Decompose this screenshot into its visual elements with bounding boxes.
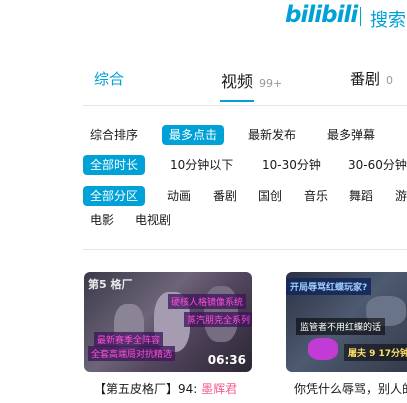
- overlay-text: 最新赛季全阵容: [94, 332, 164, 347]
- header: bilibili 搜索: [0, 0, 407, 40]
- tab-all[interactable]: 综合: [94, 68, 124, 89]
- bilibili-logo[interactable]: bilibili: [285, 2, 358, 28]
- category-option-tv[interactable]: 电视剧: [128, 210, 178, 230]
- duration-option-10-30[interactable]: 10-30分钟: [255, 155, 328, 175]
- video-duration: 06:36: [207, 353, 246, 367]
- video-title-prefix: 【第五皮格厂】94:: [94, 382, 202, 396]
- tab-video[interactable]: 视频 99+: [221, 68, 282, 92]
- category-filter-row-2: 电影 电视剧: [83, 210, 407, 232]
- video-title[interactable]: 【第五皮格厂】94: 墨辉君: [94, 380, 237, 397]
- category-option-animation[interactable]: 动画: [160, 186, 198, 206]
- category-filter-row: 全部分区 动画 番剧 国创 音乐 舞蹈 游: [83, 186, 407, 208]
- video-thumbnail[interactable]: 第5 格厂 硬核人格镜像系统 蒸汽朋克全系列 最新赛季全阵容 全套高端局对抗精选…: [84, 272, 252, 372]
- tab-label: 综合: [94, 70, 125, 88]
- overlay-text: 开局辱骂红蝶玩家?: [286, 278, 372, 295]
- duration-option-30-60[interactable]: 30-60分钟: [341, 155, 407, 175]
- duration-filter-row: 全部时长 10分钟以下 10-30分钟 30-60分钟: [83, 155, 407, 177]
- overlay-text: 蒸汽朋克全系列: [184, 312, 252, 327]
- duration-option-under-10[interactable]: 10分钟以下: [163, 155, 240, 175]
- divider: [83, 105, 407, 106]
- category-option-bangumi[interactable]: 番剧: [206, 186, 244, 206]
- sort-option-newest[interactable]: 最新发布: [241, 125, 303, 145]
- tab-label: 番剧: [350, 70, 381, 88]
- active-tab-indicator: [220, 100, 254, 102]
- tab-count: 99+: [259, 77, 283, 90]
- category-option-dance[interactable]: 舞蹈: [342, 186, 380, 206]
- tab-count: 0: [386, 74, 394, 87]
- category-option-movie[interactable]: 电影: [83, 210, 121, 230]
- overlay-text: 监管者不用红蝶的话: [296, 318, 386, 335]
- header-separator: [360, 7, 361, 26]
- divider: [83, 249, 407, 250]
- sort-option-most-danmaku[interactable]: 最多弹幕: [320, 125, 382, 145]
- overlay-text: 屠夫 9 17分钟: [344, 344, 407, 361]
- category-option-guochuang[interactable]: 国创: [251, 186, 289, 206]
- video-title-highlight: 墨辉君: [201, 382, 238, 396]
- category-option-music[interactable]: 音乐: [297, 186, 335, 206]
- overlay-text: 硬核人格镜像系统: [168, 294, 247, 309]
- search-page: bilibili 搜索 综合 视频 99+ 番剧 0 综合排序 最多点击 最新发布 …: [0, 0, 407, 403]
- sort-option-default[interactable]: 综合排序: [83, 125, 145, 145]
- category-option-all[interactable]: 全部分区: [83, 186, 146, 206]
- thumbnail-figure: [308, 338, 338, 360]
- tab-label: 视频: [221, 72, 254, 91]
- category-option-game[interactable]: 游: [388, 186, 407, 206]
- video-title[interactable]: 你凭什么辱骂，别人的: [294, 380, 407, 397]
- result-tabs: 综合 视频 99+ 番剧 0: [0, 56, 407, 106]
- page-title: 搜索: [370, 10, 406, 31]
- duration-option-all[interactable]: 全部时长: [83, 155, 146, 175]
- sort-filter-row: 综合排序 最多点击 最新发布 最多弹幕: [83, 125, 407, 147]
- overlay-text: 全套高端局对抗精选: [88, 346, 176, 361]
- channel-label: 第5 格厂: [88, 278, 133, 291]
- tab-bangumi[interactable]: 番剧 0: [350, 68, 393, 89]
- sort-option-most-clicked[interactable]: 最多点击: [162, 125, 225, 145]
- video-thumbnail[interactable]: 开局辱骂红蝶玩家? 监管者不用红蝶的话 屠夫 9 17分钟: [286, 272, 407, 372]
